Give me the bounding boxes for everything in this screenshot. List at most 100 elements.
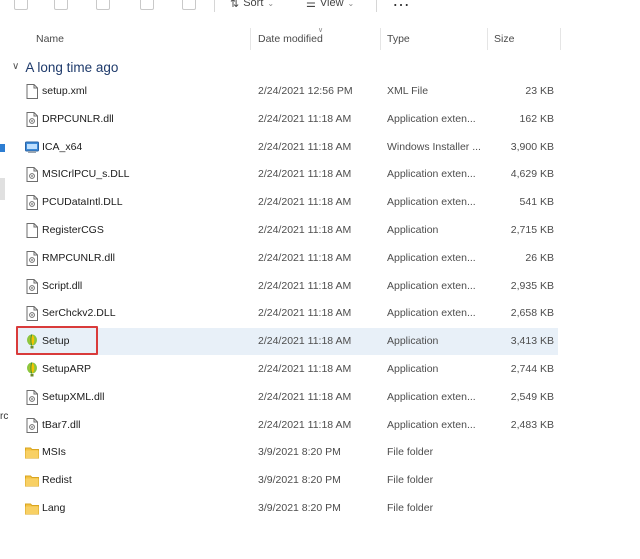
file-row[interactable]: Setup 2/24/2021 11:18 AM Application 3,413 … (18, 328, 558, 355)
file-row[interactable]: Script.dll 2/24/2021 11:18 AM Application … (18, 273, 558, 300)
file-size: 4,629 KB (510, 168, 554, 180)
folder-row[interactable]: Lang 3/9/2021 8:20 PM File folder (18, 495, 558, 522)
column-header-date[interactable]: Date modified (258, 33, 323, 45)
file-type: Application exten... (387, 196, 476, 208)
dll-file-icon (25, 167, 39, 182)
file-size: 2,715 KB (510, 224, 554, 236)
file-name: MSICrlPCU_s.DLL (42, 168, 130, 180)
delete-icon[interactable] (182, 0, 196, 10)
chevron-down-icon: ⌄ (267, 0, 275, 8)
paste-icon[interactable] (140, 0, 154, 10)
file-name: RMPCUNLR.dll (42, 252, 115, 264)
file-type: Application (387, 363, 439, 375)
date-modified: 2/24/2021 11:18 AM (258, 113, 352, 125)
file-type: Application exten... (387, 419, 476, 431)
chevron-down-icon: ⌄ (347, 0, 355, 8)
column-header-name[interactable]: Name (36, 33, 64, 45)
date-modified: 2/24/2021 11:18 AM (258, 141, 352, 153)
dll-file-icon (25, 195, 39, 210)
file-row[interactable]: RegisterCGS 2/24/2021 11:18 AM Application… (18, 217, 558, 244)
edge-icon (0, 144, 5, 152)
balloon-app-icon (25, 362, 39, 377)
file-icon (25, 223, 39, 238)
folder-row[interactable]: MSIs 3/9/2021 8:20 PM File folder (18, 439, 558, 466)
cut-icon[interactable] (54, 0, 68, 10)
date-modified: 2/24/2021 11:18 AM (258, 391, 352, 403)
file-size: 26 KB (525, 252, 554, 264)
file-row[interactable]: MSICrlPCU_s.DLL 2/24/2021 11:18 AM Applica… (18, 161, 558, 188)
column-header-type[interactable]: Type (387, 33, 410, 45)
toolbar-divider (214, 0, 215, 12)
new-icon[interactable] (14, 0, 28, 10)
file-row[interactable]: SetupARP 2/24/2021 11:18 AM Application 2,7… (18, 356, 558, 383)
file-row[interactable]: DRPCUNLR.dll 2/24/2021 11:18 AM Applicatio… (18, 106, 558, 133)
file-row[interactable]: tBar7.dll 2/24/2021 11:18 AM Application e… (18, 412, 558, 439)
date-modified: 2/24/2021 11:18 AM (258, 307, 352, 319)
date-modified: 2/24/2021 11:18 AM (258, 196, 352, 208)
file-type: Windows Installer ... (387, 141, 481, 153)
date-modified: 3/9/2021 8:20 PM (258, 474, 341, 486)
file-type: File folder (387, 502, 434, 514)
file-row[interactable]: PCUDataIntl.DLL 2/24/2021 11:18 AM Applica… (18, 189, 558, 216)
file-size: 2,549 KB (510, 391, 554, 403)
column-divider[interactable] (380, 28, 381, 50)
chevron-down-icon: ∨ (12, 60, 20, 72)
view-button[interactable]: ☰ View ⌄ (306, 0, 354, 10)
installer-icon (25, 140, 39, 155)
column-header-row: Name ∨ Date modified Type Size (0, 27, 640, 50)
column-divider[interactable] (487, 28, 488, 50)
dll-file-icon (25, 390, 39, 405)
file-name: MSIs (42, 446, 66, 458)
file-size: 2,935 KB (510, 280, 554, 292)
file-row[interactable]: SerChckv2.DLL 2/24/2021 11:18 AM Applicati… (18, 300, 558, 327)
sort-button[interactable]: ⇅ Sort ⌄ (230, 0, 274, 10)
file-type: Application (387, 224, 439, 236)
file-size: 541 KB (519, 196, 554, 208)
file-name: SetupARP (42, 363, 92, 375)
dll-file-icon (25, 112, 39, 127)
file-row[interactable]: RMPCUNLR.dll 2/24/2021 11:18 AM Applicatio… (18, 245, 558, 272)
date-modified: 2/24/2021 11:18 AM (258, 335, 352, 347)
file-type: Application exten... (387, 252, 476, 264)
command-bar: ⇅ Sort ⌄ ☰ View ⌄ … (0, 0, 640, 14)
file-size: 2,483 KB (510, 419, 554, 431)
dll-file-icon (25, 279, 39, 294)
file-type: Application exten... (387, 391, 476, 403)
column-divider[interactable] (250, 28, 251, 50)
file-size: 162 KB (519, 113, 554, 125)
column-header-size[interactable]: Size (494, 33, 514, 45)
more-options-button[interactable]: … (392, 0, 411, 11)
file-type: Application exten... (387, 168, 476, 180)
highlight-box (16, 326, 98, 355)
date-modified: 2/24/2021 11:18 AM (258, 252, 352, 264)
file-icon (25, 84, 39, 99)
folder-icon (25, 473, 39, 488)
folder-row[interactable]: Redist 3/9/2021 8:20 PM File folder (18, 467, 558, 494)
date-modified: 2/24/2021 11:18 AM (258, 280, 352, 292)
group-label: A long time ago (25, 59, 119, 75)
file-name: SetupXML.dll (42, 391, 105, 403)
file-type: Application exten... (387, 280, 476, 292)
edge-text: rc (0, 411, 9, 422)
file-name: SerChckv2.DLL (42, 307, 116, 319)
group-header[interactable]: ∨ A long time ago (12, 57, 118, 77)
date-modified: 3/9/2021 8:20 PM (258, 446, 341, 458)
file-name: Redist (42, 474, 72, 486)
file-type: Application (387, 335, 439, 347)
column-divider[interactable] (560, 28, 561, 50)
file-type: Application exten... (387, 113, 476, 125)
file-name: DRPCUNLR.dll (42, 113, 114, 125)
file-row[interactable]: setup.xml 2/24/2021 12:56 PM XML File 23 KB (18, 78, 558, 105)
file-name: tBar7.dll (42, 419, 81, 431)
file-name: ICA_x64 (42, 141, 83, 153)
copy-icon[interactable] (96, 0, 110, 10)
file-row[interactable]: SetupXML.dll 2/24/2021 11:18 AM Applicatio… (18, 384, 558, 411)
date-modified: 2/24/2021 11:18 AM (258, 224, 352, 236)
file-row[interactable]: ICA_x64 2/24/2021 11:18 AM Windows Install… (18, 134, 558, 161)
date-modified: 2/24/2021 12:56 PM (258, 85, 353, 97)
file-name: Script.dll (42, 280, 83, 292)
date-modified: 2/24/2021 11:18 AM (258, 419, 352, 431)
dll-file-icon (25, 251, 39, 266)
folder-icon (25, 501, 39, 516)
edge-scrollbar (0, 178, 5, 200)
